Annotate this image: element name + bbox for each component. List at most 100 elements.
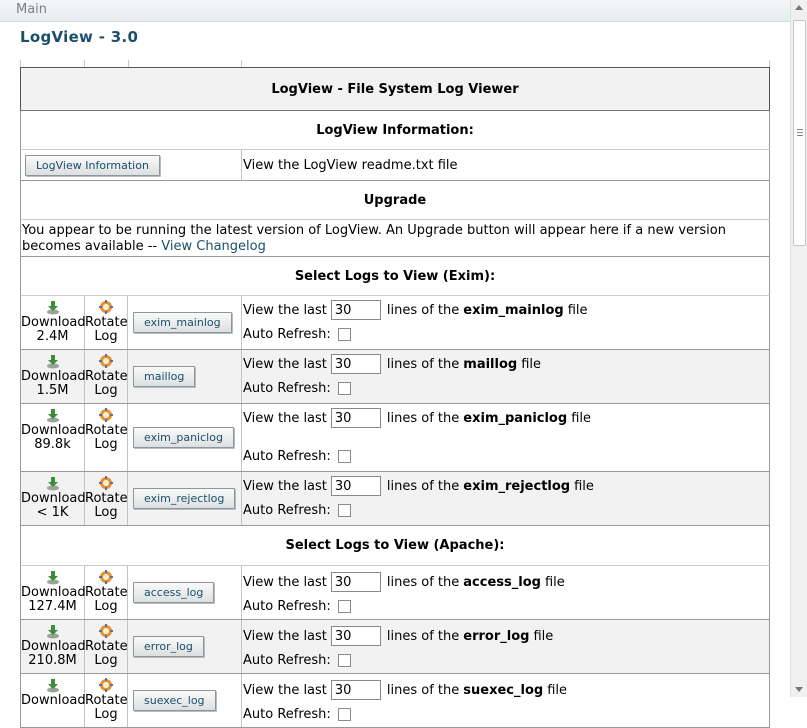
rotate-log-icon[interactable]	[98, 299, 114, 315]
auto-refresh-line: Auto Refresh:	[243, 702, 769, 726]
line-count-input[interactable]: 30	[330, 408, 381, 428]
rotate-label[interactable]: Rotate	[85, 370, 128, 384]
rotate-log-icon[interactable]	[98, 677, 114, 693]
file-label: file	[521, 356, 542, 372]
rotate-cell[interactable]: Rotate Log	[85, 566, 128, 619]
log-label[interactable]: Log	[85, 654, 127, 668]
download-icon[interactable]	[45, 569, 61, 585]
auto-refresh-checkbox[interactable]	[337, 327, 351, 341]
rotate-log-icon[interactable]	[98, 353, 114, 369]
rotate-label[interactable]: Rotate	[85, 586, 128, 600]
rotate-log-icon[interactable]	[98, 475, 114, 491]
scroll-down-arrow-icon[interactable]	[795, 687, 803, 692]
view-last-label: View the last	[243, 356, 327, 372]
auto-refresh-line: Auto Refresh:	[243, 648, 769, 672]
log-file-name: access_log	[463, 574, 541, 590]
download-cell[interactable]: Download	[21, 674, 86, 727]
auto-refresh-line: Auto Refresh:	[243, 322, 769, 346]
file-label: file	[533, 628, 554, 644]
auto-refresh-checkbox[interactable]	[337, 599, 351, 613]
log-label[interactable]: Log	[85, 330, 127, 344]
log-size: 210.8M	[28, 653, 77, 668]
rotate-log-icon[interactable]	[98, 623, 114, 639]
log-label[interactable]: Log	[85, 506, 127, 520]
table-stub	[20, 60, 770, 67]
rotate-cell[interactable]: Rotate Log	[85, 404, 128, 471]
download-cell[interactable]: Download < 1K	[21, 472, 86, 525]
auto-refresh-checkbox[interactable]	[337, 381, 351, 395]
download-cell[interactable]: Download 127.4M	[21, 566, 86, 619]
download-icon[interactable]	[45, 623, 61, 639]
lines-of-label: lines of the	[386, 682, 460, 698]
line-count-input[interactable]: 30	[330, 680, 381, 700]
log-row-exim-rejectlog: Download < 1K Rotate Log exim_rejectlog …	[20, 472, 770, 526]
log-label[interactable]: Log	[85, 708, 127, 722]
download-label[interactable]: Download	[21, 492, 86, 506]
file-label: file	[567, 302, 588, 318]
download-cell[interactable]: Download 1.5M	[21, 350, 86, 403]
scrollbar-thumb[interactable]	[793, 20, 806, 246]
rotate-label[interactable]: Rotate	[85, 640, 128, 654]
line-count-input[interactable]: 30	[330, 354, 381, 374]
log-file-name: exim_mainlog	[463, 302, 564, 318]
log-file-name: error_log	[463, 628, 530, 644]
rotate-cell[interactable]: Rotate Log	[85, 350, 128, 403]
rotate-cell[interactable]: Rotate Log	[85, 472, 128, 525]
download-label[interactable]: Download	[21, 370, 86, 384]
line-count-input[interactable]: 30	[330, 626, 381, 646]
view-log-button[interactable]: exim_paniclog	[133, 427, 234, 448]
auto-refresh-label: Auto Refresh:	[243, 598, 331, 614]
auto-refresh-label: Auto Refresh:	[243, 706, 331, 722]
view-log-button[interactable]: exim_rejectlog	[133, 488, 236, 509]
info-row: LogView Information View the LogView rea…	[20, 150, 770, 181]
log-label[interactable]: Log	[85, 384, 127, 398]
download-label[interactable]: Download	[21, 316, 86, 330]
log-label[interactable]: Log	[85, 438, 127, 452]
view-log-button[interactable]: suexec_log	[133, 690, 216, 711]
rotate-cell[interactable]: Rotate Log	[85, 296, 128, 349]
download-icon[interactable]	[45, 353, 61, 369]
view-last-line: View the last 30 lines of the maillog fi…	[243, 352, 769, 376]
auto-refresh-checkbox[interactable]	[337, 449, 351, 463]
download-cell[interactable]: Download 2.4M	[21, 296, 86, 349]
download-cell[interactable]: Download 89.8k	[21, 404, 86, 471]
auto-refresh-checkbox[interactable]	[337, 707, 351, 721]
breadcrumb[interactable]: Main	[16, 2, 47, 17]
rotate-label[interactable]: Rotate	[85, 316, 128, 330]
rotate-label[interactable]: Rotate	[85, 694, 128, 708]
download-icon[interactable]	[45, 407, 61, 423]
view-changelog-link[interactable]: View Changelog	[161, 239, 266, 254]
page-title: LogView - 3.0	[20, 28, 139, 46]
grip-icon	[797, 129, 803, 138]
view-log-button[interactable]: maillog	[133, 366, 196, 387]
logview-information-button[interactable]: LogView Information	[25, 154, 160, 176]
rotate-cell[interactable]: Rotate Log	[85, 620, 128, 673]
log-label[interactable]: Log	[85, 600, 127, 614]
download-label[interactable]: Download	[21, 586, 86, 600]
vertical-scrollbar[interactable]	[790, 0, 807, 697]
line-count-input[interactable]: 30	[330, 572, 381, 592]
download-icon[interactable]	[45, 677, 61, 693]
scroll-up-arrow-icon[interactable]	[795, 5, 803, 10]
line-count-input[interactable]: 30	[330, 476, 381, 496]
breadcrumb-bar: Main	[0, 0, 791, 22]
rotate-cell[interactable]: Rotate Log	[85, 674, 128, 727]
download-icon[interactable]	[45, 299, 61, 315]
download-icon[interactable]	[45, 475, 61, 491]
auto-refresh-checkbox[interactable]	[337, 653, 351, 667]
line-count-input[interactable]: 30	[330, 300, 381, 320]
rotate-label[interactable]: Rotate	[85, 492, 128, 506]
download-label[interactable]: Download	[21, 694, 86, 708]
view-log-button[interactable]: access_log	[133, 582, 215, 603]
rotate-log-icon[interactable]	[98, 569, 114, 585]
log-file-name: exim_rejectlog	[463, 478, 571, 494]
view-log-button[interactable]: exim_mainlog	[133, 312, 232, 333]
rotate-label[interactable]: Rotate	[85, 424, 128, 438]
download-cell[interactable]: Download 210.8M	[21, 620, 86, 673]
download-label[interactable]: Download	[21, 640, 86, 654]
log-button-cell: suexec_log	[128, 674, 242, 727]
view-log-button[interactable]: error_log	[133, 636, 204, 657]
download-label[interactable]: Download	[21, 424, 86, 438]
auto-refresh-checkbox[interactable]	[337, 503, 351, 517]
rotate-log-icon[interactable]	[98, 407, 114, 423]
